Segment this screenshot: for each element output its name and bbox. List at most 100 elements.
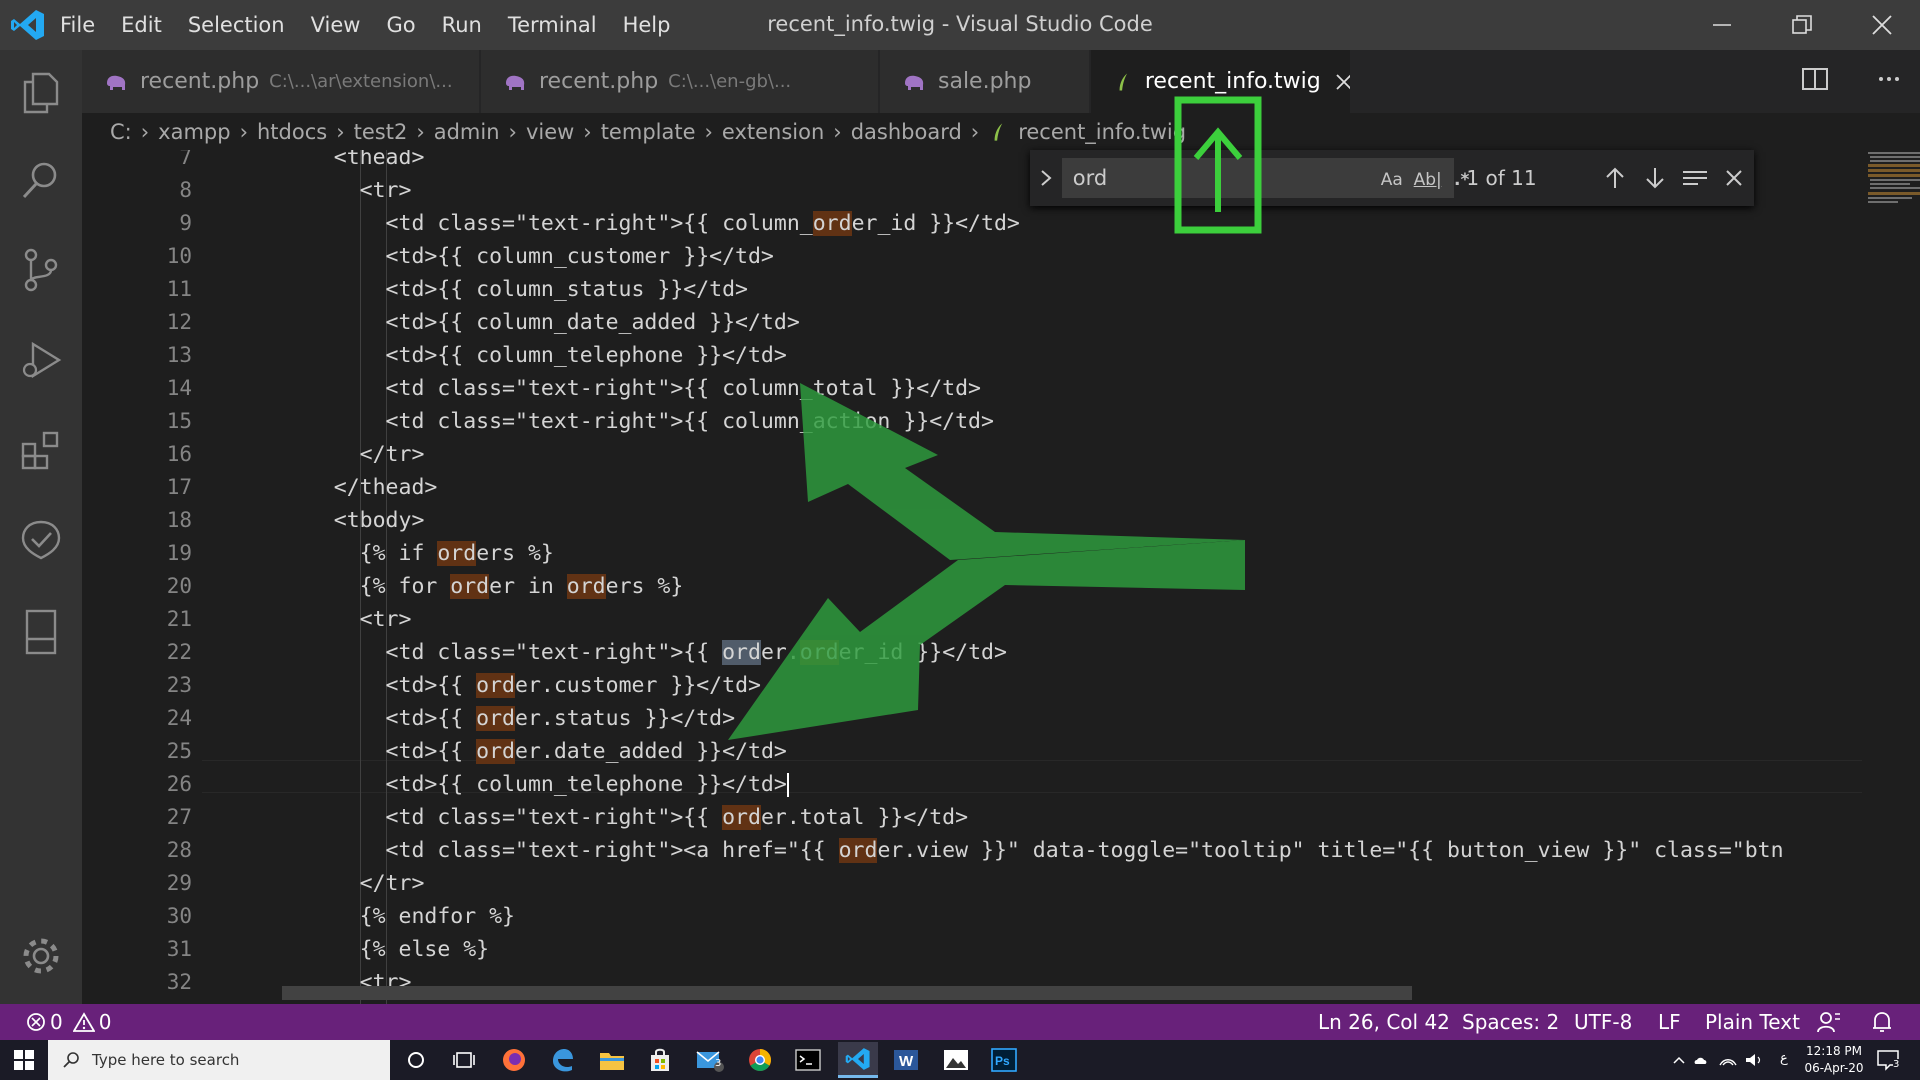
code-line[interactable]: <td class="text-right">{{ column_order_i… <box>282 207 1020 240</box>
indentation[interactable]: Spaces: 2 <box>1462 1004 1559 1040</box>
more-actions-button[interactable] <box>1874 64 1910 100</box>
split-editor-button[interactable] <box>1800 64 1836 100</box>
menu-go[interactable]: Go <box>386 13 415 37</box>
code-line[interactable]: <td>{{ column_status }}</td> <box>282 273 748 306</box>
menu-help[interactable]: Help <box>623 13 671 37</box>
taskbar-chrome[interactable] <box>740 1044 780 1076</box>
menu-view[interactable]: View <box>311 13 361 37</box>
breadcrumb-item[interactable]: extension <box>722 120 824 144</box>
taskbar-file-explorer[interactable] <box>592 1044 632 1076</box>
code-line[interactable]: {% else %} <box>282 933 489 966</box>
code-line[interactable]: {% endfor %} <box>282 900 515 933</box>
system-tray[interactable] <box>1672 1050 1812 1070</box>
breadcrumb-item[interactable]: view <box>526 120 574 144</box>
tab-recent-php-en[interactable]: recent.php C:\...\en-gb\... <box>481 50 879 113</box>
cortana-button[interactable] <box>396 1044 436 1076</box>
code-line[interactable]: </tr> <box>282 438 425 471</box>
code-line[interactable]: <td>{{ order.status }}</td> <box>282 702 735 735</box>
minimize-button[interactable] <box>1684 0 1760 50</box>
taskbar-firefox[interactable] <box>494 1044 534 1076</box>
code-line[interactable]: <tr> <box>282 603 412 636</box>
language-mode[interactable]: Plain Text <box>1705 1004 1800 1040</box>
breadcrumb-item[interactable]: xampp <box>158 120 230 144</box>
code-line[interactable]: <td class="text-right">{{ order.order_id… <box>282 636 1007 669</box>
tab-recent-info-twig[interactable]: recent_info.twig <box>1091 50 1351 113</box>
find-input[interactable]: ord Aa Ab| .* <box>1061 158 1469 198</box>
close-find-button[interactable] <box>1714 158 1754 198</box>
menu-edit[interactable]: Edit <box>121 13 162 37</box>
taskbar-clock[interactable]: 12:18 PM 06-Apr-20 <box>1800 1043 1868 1077</box>
close-window-button[interactable] <box>1844 0 1920 50</box>
code-line[interactable]: <td>{{ column_customer }}</td> <box>282 240 774 273</box>
source-control-button[interactable] <box>0 232 82 308</box>
taskbar-store[interactable] <box>640 1044 680 1076</box>
taskbar-mail[interactable]: 3 <box>690 1044 730 1076</box>
bookmarks-button[interactable] <box>0 594 82 670</box>
code-line[interactable]: <tbody> <box>282 504 425 537</box>
ime-indicator[interactable]: ع <box>1780 1051 1788 1066</box>
cursor-position[interactable]: Ln 26, Col 42 <box>1318 1004 1450 1040</box>
whole-word-button[interactable]: Ab| <box>1411 167 1445 193</box>
toggle-replace-button[interactable] <box>1030 150 1062 206</box>
extensions-button[interactable] <box>0 412 82 488</box>
code-line[interactable]: <td class="text-right">{{ column_action … <box>282 405 994 438</box>
notifications-button[interactable] <box>1870 1004 1894 1040</box>
taskbar-vscode[interactable] <box>838 1042 878 1078</box>
breadcrumb-item[interactable]: admin <box>434 120 500 144</box>
breadcrumb-item[interactable]: dashboard <box>851 120 962 144</box>
taskbar-photoshop[interactable]: Ps <box>984 1044 1024 1076</box>
code-line[interactable]: {% for order in orders %} <box>282 570 683 603</box>
horizontal-scrollbar[interactable] <box>282 986 1412 1000</box>
code-line[interactable]: <td>{{ order.customer }}</td> <box>282 669 761 702</box>
next-match-button[interactable] <box>1635 158 1675 198</box>
feedback-button[interactable] <box>1816 1004 1842 1040</box>
code-line[interactable]: {% if orders %} <box>282 537 554 570</box>
problems-indicator[interactable]: 0 0 <box>26 1004 111 1040</box>
close-icon[interactable] <box>1335 73 1350 91</box>
action-center-button[interactable]: 3 <box>1876 1048 1906 1072</box>
menu-file[interactable]: File <box>60 13 95 37</box>
tab-sale-php[interactable]: sale.php <box>880 50 1090 113</box>
code-line[interactable]: <td>{{ order.date_added }}</td> <box>282 735 787 768</box>
previous-match-button[interactable] <box>1595 158 1635 198</box>
code-line[interactable]: <td class="text-right">{{ order.total }}… <box>282 801 968 834</box>
menu-selection[interactable]: Selection <box>188 13 285 37</box>
code-area[interactable]: <thead> <tr> <td class="text-right">{{ c… <box>282 150 1862 1004</box>
encoding[interactable]: UTF-8 <box>1574 1004 1632 1040</box>
breadcrumb-item[interactable]: test2 <box>354 120 408 144</box>
match-case-button[interactable]: Aa <box>1375 167 1409 193</box>
menu-terminal[interactable]: Terminal <box>508 13 597 37</box>
code-line[interactable]: <td>{{ column_date_added }}</td> <box>282 306 800 339</box>
taskbar-word[interactable]: W <box>886 1044 926 1076</box>
minimap[interactable] <box>1862 150 1920 1004</box>
code-line[interactable]: <tr> <box>282 174 412 207</box>
restore-button[interactable] <box>1764 0 1840 50</box>
end-of-line[interactable]: LF <box>1658 1004 1681 1040</box>
breadcrumb-item[interactable]: C: <box>110 120 132 144</box>
breadcrumb-item[interactable]: template <box>601 120 696 144</box>
regex-button[interactable]: .* <box>1445 167 1479 193</box>
taskbar-search-box[interactable]: Type here to search <box>48 1040 390 1080</box>
menu-run[interactable]: Run <box>442 13 482 37</box>
explorer-button[interactable] <box>0 54 82 130</box>
taskbar-photos[interactable] <box>936 1044 976 1076</box>
code-line[interactable]: <td>{{ column_telephone }}</td> <box>282 339 787 372</box>
code-line[interactable]: <td>{{ column_telephone }}</td> <box>282 768 789 801</box>
search-button[interactable] <box>0 142 82 218</box>
breadcrumb-item[interactable]: recent_info.twig <box>1018 120 1186 144</box>
tab-recent-php-ar[interactable]: recent.php C:\...\ar\extension\... <box>82 50 480 113</box>
start-button[interactable] <box>4 1044 44 1076</box>
taskbar-terminal[interactable] <box>788 1044 828 1076</box>
find-in-selection-button[interactable] <box>1675 158 1715 198</box>
code-line[interactable]: <td class="text-right"><a href="{{ order… <box>282 834 1784 867</box>
remote-testing-button[interactable] <box>0 502 82 578</box>
code-line[interactable]: </thead> <box>282 471 438 504</box>
settings-button[interactable] <box>0 918 82 994</box>
code-line[interactable]: <td class="text-right">{{ column_total }… <box>282 372 981 405</box>
code-editor[interactable]: 7 8 9 10 11 12 13 14 15 16 17 18 19 20 21 22 23 24 25 26 27 2… <box>82 150 1920 1004</box>
taskbar-edge[interactable] <box>542 1044 582 1076</box>
code-line[interactable]: <thead> <box>282 150 425 174</box>
run-debug-button[interactable] <box>0 322 82 398</box>
breadcrumb-item[interactable]: htdocs <box>257 120 327 144</box>
task-view-button[interactable] <box>444 1044 484 1076</box>
